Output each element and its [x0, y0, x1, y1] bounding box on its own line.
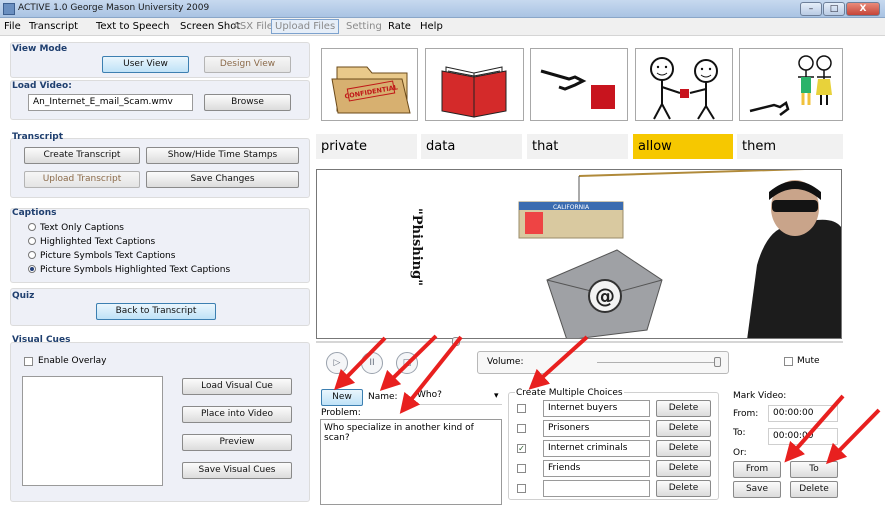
arrow-to-to-button — [826, 408, 881, 465]
annotation-arrows — [334, 334, 881, 465]
arrow-to-new-button — [334, 336, 387, 391]
arrow-to-problem-field — [399, 335, 463, 414]
arrow-to-from-button — [784, 394, 845, 463]
arrow-to-choices — [528, 335, 589, 390]
